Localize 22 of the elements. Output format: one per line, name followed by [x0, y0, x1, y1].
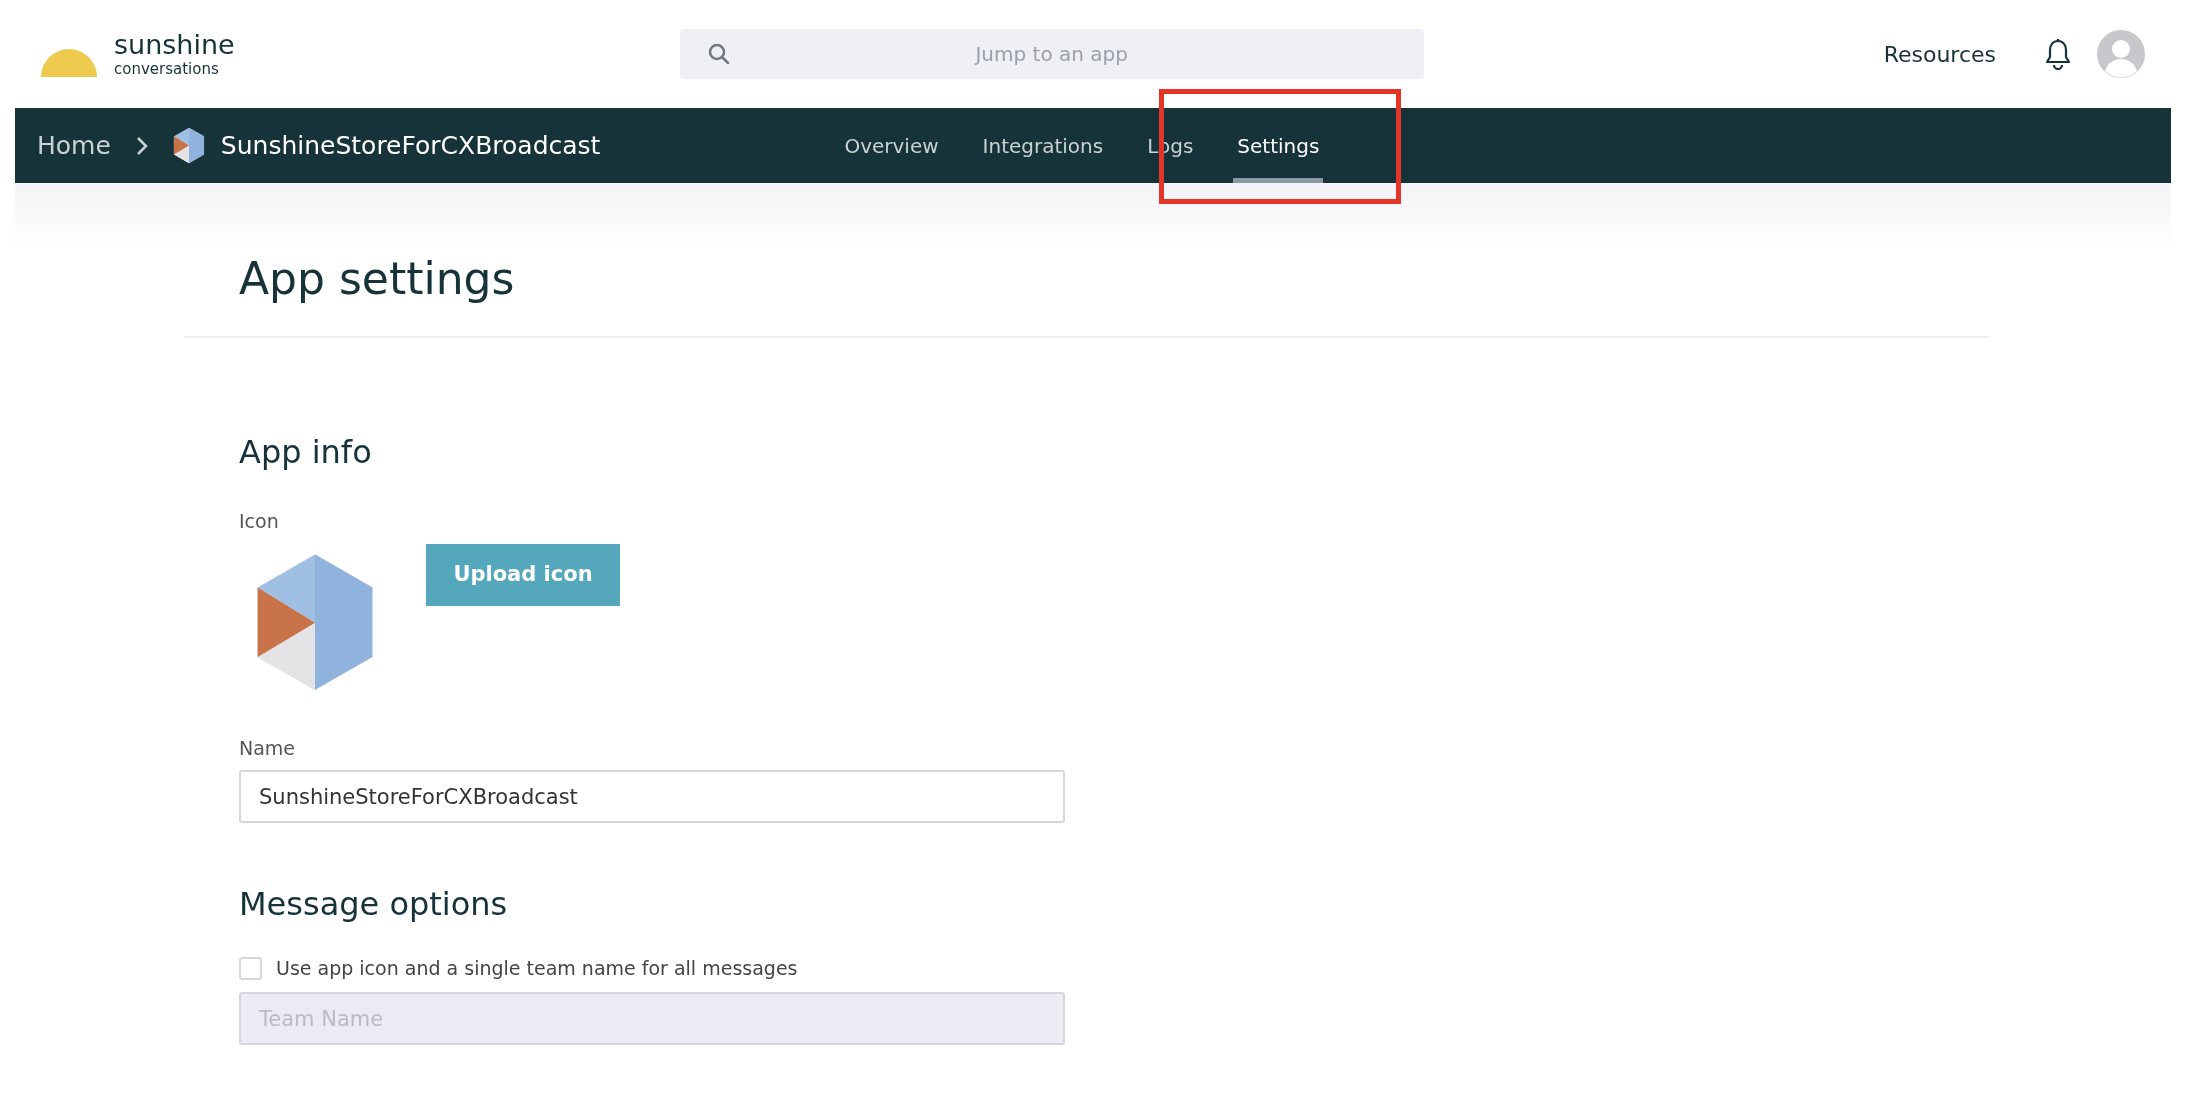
home-link[interactable]: Home [37, 126, 111, 165]
brand-tagline: conversations [114, 62, 220, 77]
brand-name: sunshine [114, 31, 235, 58]
chevron-right-icon [134, 134, 149, 157]
app-hexagon-icon [172, 127, 205, 164]
avatar-icon[interactable] [2096, 29, 2146, 79]
section-heading: App info [239, 432, 373, 472]
section-heading: Message options [239, 885, 509, 924]
search-icon [707, 43, 730, 65]
nav-tab[interactable]: Overview [840, 108, 943, 183]
checkbox[interactable] [239, 956, 262, 980]
nav-tab[interactable]: Integrations [978, 108, 1108, 183]
name-input[interactable]: SunshineStoreForCXBroadcast [239, 770, 1065, 824]
page-title: App settings [239, 253, 516, 306]
checkbox-label: Use app icon and a single team name for all messages [276, 955, 798, 981]
bell-icon[interactable] [2044, 38, 2072, 70]
app-name: SunshineStoreForCXBroadcast [220, 129, 601, 162]
search-field[interactable]: Jump to an app [679, 29, 1424, 79]
field-label: Name [239, 736, 297, 761]
nav-tab[interactable]: Settings [1233, 108, 1324, 183]
resources-link[interactable]: Resources [1883, 37, 1996, 71]
field-label: Icon [239, 509, 280, 535]
